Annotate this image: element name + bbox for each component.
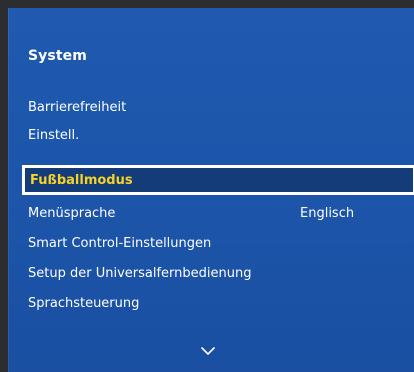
menu-item-value: Englisch xyxy=(300,206,355,221)
menu-item-smart-control[interactable]: Smart Control-Einstellungen xyxy=(28,236,211,251)
chevron-down-icon[interactable] xyxy=(201,346,215,356)
menu-title: System xyxy=(28,48,87,64)
menu-item-label: Smart Control-Einstellungen xyxy=(28,236,212,251)
tv-screen-frame: System Barrierefreiheit Einstell. Fußbal… xyxy=(0,0,414,372)
menu-item-label: Einstell. xyxy=(28,128,80,143)
menu-item-barrierefreiheit[interactable]: Barrierefreiheit xyxy=(28,100,126,115)
menu-item-menuesprache[interactable]: Menüsprache Englisch xyxy=(28,206,354,221)
menu-item-sprachsteuerung[interactable]: Sprachsteuerung xyxy=(28,296,139,311)
menu-item-label: Setup der Universalfernbedienung xyxy=(28,266,252,281)
menu-item-label: Menüsprache xyxy=(28,206,116,221)
menu-item-fussballmodus[interactable]: Fußballmodus xyxy=(22,165,414,195)
menu-item-label: Sprachsteuerung xyxy=(28,296,140,311)
menu-item-label: Fußballmodus xyxy=(30,173,133,188)
menu-item-label: Barrierefreiheit xyxy=(28,100,127,115)
menu-item-einstell[interactable]: Einstell. xyxy=(28,128,79,143)
system-menu-panel: System Barrierefreiheit Einstell. Fußbal… xyxy=(8,8,414,372)
menu-item-universalfernbedienung[interactable]: Setup der Universalfernbedienung xyxy=(28,266,251,281)
